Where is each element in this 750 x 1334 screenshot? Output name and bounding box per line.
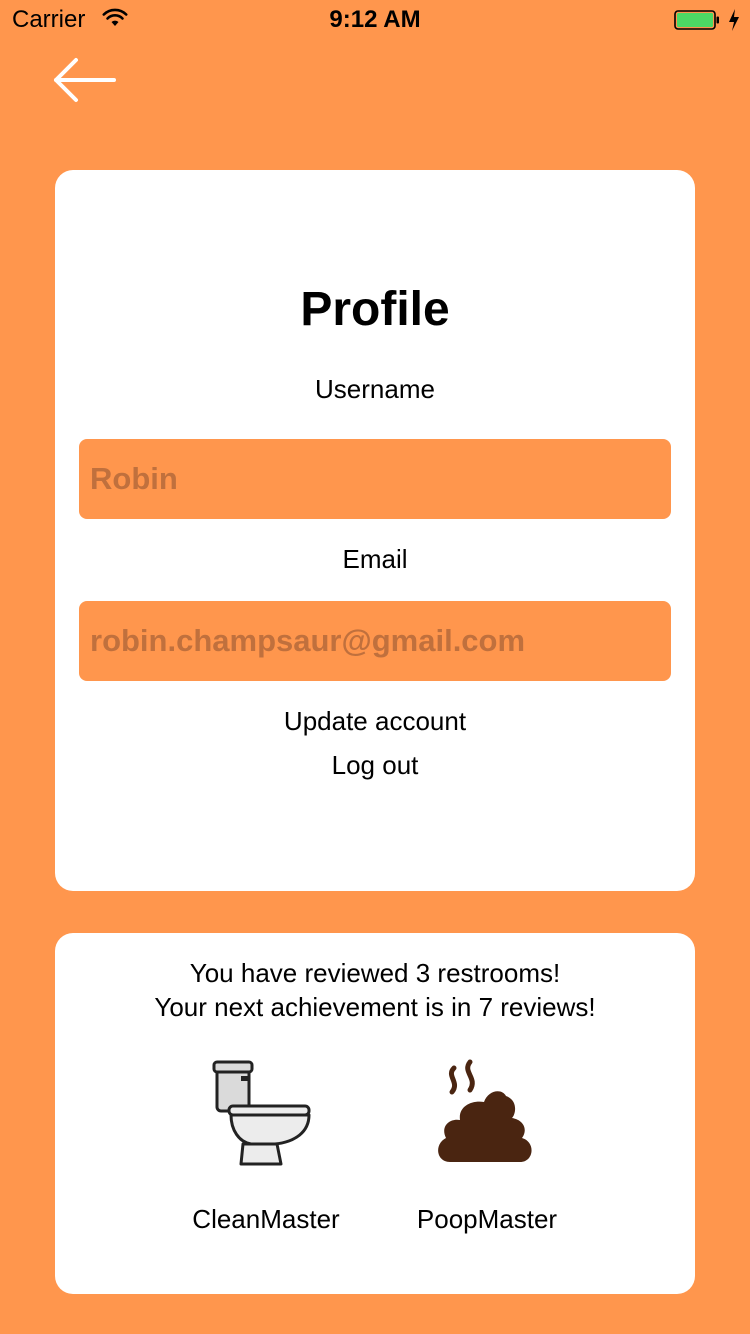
status-time: 9:12 AM <box>329 6 421 33</box>
page-title: Profile <box>300 283 450 336</box>
email-input[interactable]: robin.champsaur@gmail.com <box>79 601 671 681</box>
badge-poopmaster: PoopMaster <box>397 1058 577 1234</box>
toilet-icon <box>212 1060 311 1166</box>
username-label: Username <box>315 374 435 404</box>
charging-bolt-icon <box>729 9 739 31</box>
update-account-button[interactable]: Update account <box>0 706 750 737</box>
poop-icon <box>438 1059 532 1162</box>
username-input[interactable]: Robin <box>79 439 671 519</box>
back-arrow-icon[interactable] <box>50 54 120 106</box>
email-label: Email <box>342 544 408 574</box>
status-bar: Carrier 9:12 AM <box>0 0 750 40</box>
badge-label: CleanMaster <box>192 1204 340 1234</box>
battery-icon <box>674 10 719 30</box>
badge-cleanmaster: CleanMaster <box>176 1058 356 1234</box>
badge-label: PoopMaster <box>416 1204 558 1234</box>
logout-button[interactable]: Log out <box>0 750 750 781</box>
profile-card <box>55 170 695 891</box>
review-count-text: You have reviewed 3 restrooms! <box>189 958 561 988</box>
next-achievement-text: Your next achievement is in 7 reviews! <box>154 992 596 1022</box>
